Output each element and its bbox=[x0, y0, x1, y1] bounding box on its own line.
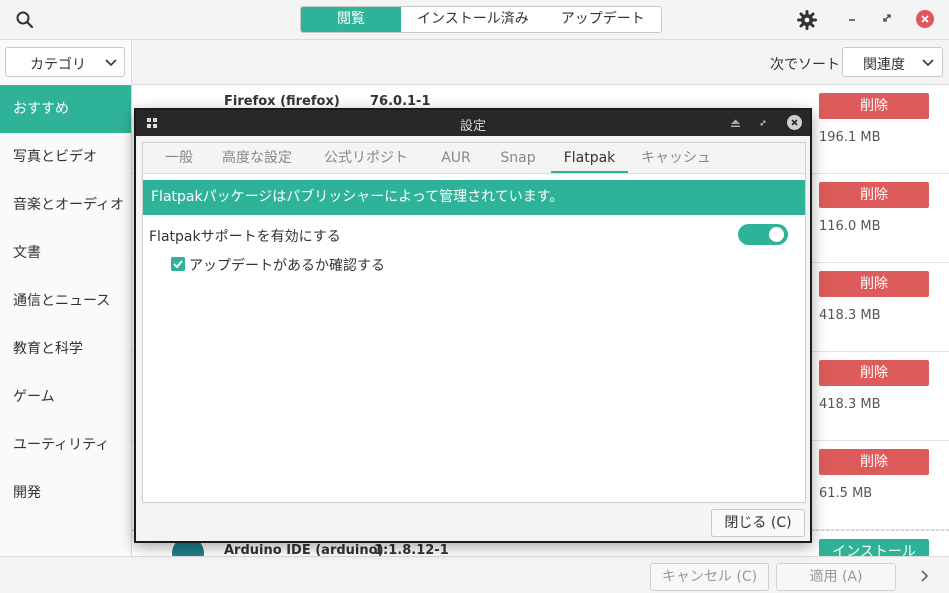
tab-cache[interactable]: キャッシュ bbox=[641, 143, 711, 173]
bottom-bar: キャンセル (C) 適用 (A) bbox=[0, 556, 949, 593]
sidebar-item-documents[interactable]: 文書 bbox=[0, 229, 131, 277]
chevron-down-icon bbox=[922, 59, 934, 67]
preferences-dialog: 設定 一般 高度な設定 公式リポジトリ AUR Snap Fl bbox=[134, 108, 812, 543]
view-tabs: 閲覧 インストール済み アップデート bbox=[300, 6, 662, 33]
remove-button[interactable]: 削除 bbox=[819, 271, 929, 297]
package-version: 76.0.1-1 bbox=[370, 94, 431, 109]
sidebar-item-featured[interactable]: おすすめ bbox=[0, 85, 131, 133]
sort-label: 次でソート bbox=[770, 57, 840, 73]
close-icon[interactable] bbox=[916, 10, 934, 28]
remove-button[interactable]: 削除 bbox=[819, 93, 929, 119]
sidebar-item-communication[interactable]: 通信とニュース bbox=[0, 277, 131, 325]
remove-button[interactable]: 削除 bbox=[819, 182, 929, 208]
package-size: 418.3 MB bbox=[819, 397, 881, 412]
tab-general[interactable]: 一般 bbox=[163, 143, 195, 173]
sidebar-item-education[interactable]: 教育と科学 bbox=[0, 325, 131, 373]
package-size: 116.0 MB bbox=[819, 219, 881, 234]
sort-bar: 次でソート 関連度 bbox=[132, 40, 949, 85]
close-icon[interactable] bbox=[787, 115, 802, 130]
remove-button[interactable]: 削除 bbox=[819, 360, 929, 386]
package-size: 61.5 MB bbox=[819, 486, 873, 501]
enable-flatpak-label: Flatpakサポートを有効にする bbox=[149, 229, 341, 245]
sidebar-item-photo-video[interactable]: 写真とビデオ bbox=[0, 133, 131, 181]
gear-icon[interactable] bbox=[796, 9, 818, 31]
tab-official-repos[interactable]: 公式リポジトリ bbox=[318, 143, 414, 196]
close-button[interactable]: 閉じる (C) bbox=[711, 509, 805, 537]
minimize-icon[interactable] bbox=[845, 11, 859, 27]
window-menu-icon[interactable] bbox=[146, 117, 158, 129]
dialog-titlebar[interactable]: 設定 bbox=[136, 110, 810, 136]
cancel-button[interactable]: キャンセル (C) bbox=[650, 563, 769, 591]
tab-advanced[interactable]: 高度な設定 bbox=[221, 143, 293, 173]
tab-browse[interactable]: 閲覧 bbox=[301, 7, 401, 32]
tab-aur[interactable]: AUR bbox=[440, 143, 472, 173]
sidebar-item-utilities[interactable]: ユーティリティ bbox=[0, 421, 131, 469]
check-updates-label[interactable]: アップデートがあるか確認する bbox=[189, 255, 385, 275]
category-select-label: カテゴリ bbox=[30, 57, 86, 73]
sidebar-item-music-audio[interactable]: 音楽とオーディオ bbox=[0, 181, 131, 229]
header-bar: 閲覧 インストール済み アップデート bbox=[0, 0, 949, 40]
package-title: Firefox (firefox) bbox=[224, 94, 340, 109]
tab-installed[interactable]: インストール済み bbox=[401, 7, 545, 32]
sidebar-item-games[interactable]: ゲーム bbox=[0, 373, 131, 421]
sidebar-item-development[interactable]: 開発 bbox=[0, 469, 131, 517]
enable-flatpak-switch[interactable] bbox=[738, 224, 788, 245]
restore-icon[interactable] bbox=[758, 118, 768, 128]
info-banner: Flatpakパッケージはパブリッシャーによって管理されています。 bbox=[143, 180, 805, 215]
sidebar: カテゴリ おすすめ 写真とビデオ 音楽とオーディオ 文書 通信とニュース 教育と… bbox=[0, 40, 132, 556]
switch-knob bbox=[769, 227, 784, 242]
category-select[interactable]: カテゴリ bbox=[5, 47, 125, 77]
chevron-right-icon[interactable] bbox=[918, 570, 930, 582]
package-size: 196.1 MB bbox=[819, 130, 881, 145]
dialog-content: 一般 高度な設定 公式リポジトリ AUR Snap Flatpak キャッシュ … bbox=[142, 142, 806, 503]
shade-icon[interactable] bbox=[730, 118, 741, 128]
tab-snap[interactable]: Snap bbox=[498, 143, 538, 173]
package-size: 418.3 MB bbox=[819, 308, 881, 323]
check-updates-checkbox[interactable] bbox=[171, 257, 185, 271]
tab-updates[interactable]: アップデート bbox=[545, 7, 661, 32]
maximize-icon[interactable] bbox=[880, 11, 894, 27]
tab-flatpak[interactable]: Flatpak bbox=[551, 143, 628, 173]
search-icon[interactable] bbox=[14, 9, 36, 31]
chevron-down-icon bbox=[105, 59, 117, 67]
sort-select-label: 関連度 bbox=[863, 57, 905, 73]
remove-button[interactable]: 削除 bbox=[819, 449, 929, 475]
checkmark-icon bbox=[173, 260, 183, 269]
dialog-title: 設定 bbox=[459, 119, 486, 134]
sort-select[interactable]: 関連度 bbox=[842, 47, 943, 77]
dialog-tabs: 一般 高度な設定 公式リポジトリ AUR Snap Flatpak キャッシュ bbox=[143, 143, 805, 196]
apply-button[interactable]: 適用 (A) bbox=[776, 563, 896, 591]
